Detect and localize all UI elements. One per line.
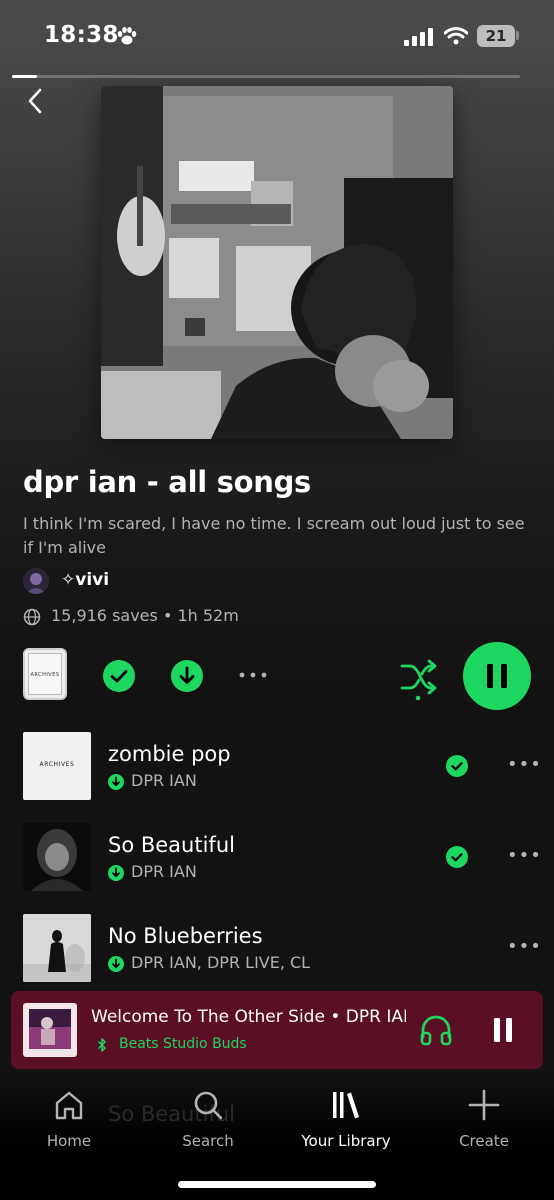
battery-indicator: 21 <box>477 25 515 47</box>
track-artist: DPR IAN, DPR LIVE, CL <box>131 953 311 972</box>
saved-check-icon[interactable] <box>446 846 468 868</box>
paw-icon <box>117 27 137 45</box>
now-playing-bar[interactable]: Welcome To The Other Side • DPR IAN Beat… <box>11 991 543 1069</box>
wifi-icon <box>444 27 468 45</box>
tab-home-label: Home <box>46 1132 92 1150</box>
headphones-icon[interactable] <box>419 1013 453 1047</box>
mini-cover-label: ARCHIVES <box>28 653 62 695</box>
track-artist: DPR IAN <box>131 862 197 881</box>
track-title[interactable]: No Blueberries <box>108 924 263 948</box>
owner-name[interactable]: ✧vivi <box>61 570 109 590</box>
tab-home[interactable]: Home <box>19 1088 119 1150</box>
downloaded-icon <box>108 865 124 881</box>
owner-avatar[interactable] <box>23 568 49 594</box>
track-more-icon[interactable]: ••• <box>507 845 542 866</box>
playlist-title: dpr ian - all songs <box>23 465 311 499</box>
tab-search-label: Search <box>182 1132 234 1150</box>
bluetooth-icon <box>97 1038 106 1052</box>
more-options-icon[interactable] <box>238 668 268 682</box>
status-time: 18:38 <box>44 22 119 48</box>
battery-tip <box>516 31 519 40</box>
globe-icon <box>23 608 41 626</box>
track-artist: DPR IAN <box>131 771 197 790</box>
tab-your-library-label: Your Library <box>301 1132 391 1150</box>
pause-icon <box>487 664 507 688</box>
saved-check-icon[interactable] <box>102 659 136 693</box>
now-playing-artwork[interactable] <box>23 1003 77 1057</box>
mini-pause-icon[interactable] <box>489 1016 517 1044</box>
now-playing-title[interactable]: Welcome To The Other Side • DPR IAN <box>91 1007 406 1027</box>
playback-progress-track <box>12 75 520 78</box>
tab-your-library[interactable]: Your Library <box>296 1088 396 1150</box>
plus-icon <box>468 1089 500 1121</box>
signal-icon <box>404 28 433 46</box>
downloaded-icon[interactable] <box>170 659 204 693</box>
track-thumbnail[interactable]: ARCHIVES <box>23 732 91 800</box>
downloaded-icon <box>108 956 124 972</box>
track-title[interactable]: zombie pop <box>108 742 231 766</box>
playlist-meta: 15,916 saves • 1h 52m <box>51 606 239 625</box>
track-title[interactable]: So Beautiful <box>108 833 235 857</box>
track-thumbnail[interactable] <box>23 914 91 982</box>
shuffle-icon[interactable] <box>400 658 438 702</box>
playback-progress-fill <box>12 75 37 78</box>
pause-button[interactable] <box>463 642 531 710</box>
tab-search[interactable]: Search <box>158 1088 258 1150</box>
track-thumbnail[interactable] <box>23 823 91 891</box>
tab-create[interactable]: Create <box>434 1088 534 1150</box>
track-more-icon[interactable]: ••• <box>507 936 542 957</box>
tab-create-label: Create <box>459 1132 509 1150</box>
home-icon <box>55 1091 83 1120</box>
home-indicator[interactable] <box>178 1181 376 1188</box>
connected-device[interactable]: Beats Studio Buds <box>119 1036 247 1052</box>
downloaded-icon <box>108 774 124 790</box>
mini-cover-thumbnail[interactable]: ARCHIVES <box>23 648 67 700</box>
library-icon <box>333 1092 359 1119</box>
thumbnail-label: ARCHIVES <box>39 761 75 768</box>
saved-check-icon[interactable] <box>446 755 468 777</box>
track-more-icon[interactable]: ••• <box>507 754 542 775</box>
playlist-description: I think I'm scared, I have no time. I sc… <box>23 514 525 557</box>
search-icon <box>194 1091 223 1120</box>
playlist-cover-art <box>101 86 453 439</box>
back-chevron-icon[interactable] <box>22 86 52 116</box>
